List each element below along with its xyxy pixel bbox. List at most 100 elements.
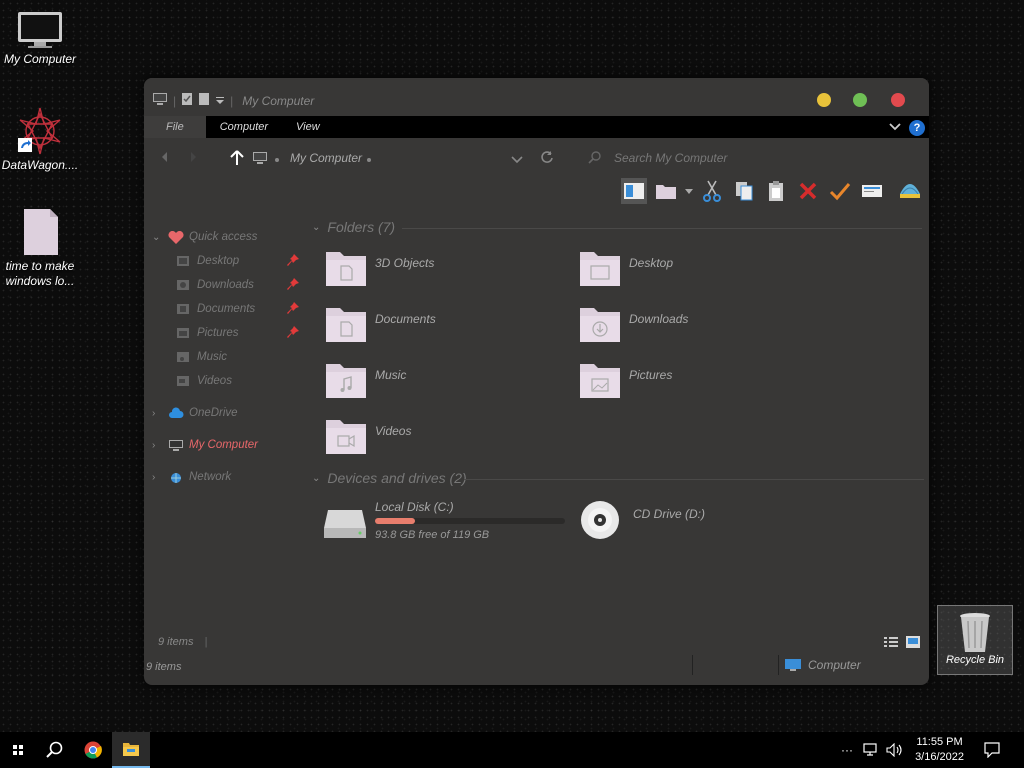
large-icons-view-icon[interactable] xyxy=(905,635,921,654)
chevron-right-icon[interactable]: › xyxy=(152,472,162,483)
show-hidden-icons-button[interactable]: ··· xyxy=(838,732,856,768)
group-title: Folders (7) xyxy=(327,219,396,235)
nav-item-desktop[interactable]: Desktop xyxy=(176,252,300,270)
tab-computer[interactable]: Computer xyxy=(206,116,282,138)
start-button[interactable] xyxy=(0,732,36,768)
nav-item-pictures[interactable]: Pictures xyxy=(176,324,300,342)
folder-documents[interactable]: Documents xyxy=(324,304,554,348)
notification-center-button[interactable] xyxy=(978,732,1006,768)
pin-icon[interactable] xyxy=(286,277,300,294)
chevron-down-icon[interactable]: ⌄ xyxy=(312,473,320,484)
folder-3d-objects[interactable]: 3D Objects xyxy=(324,248,554,292)
computer-icon xyxy=(785,659,801,671)
divider xyxy=(778,655,779,675)
back-icon[interactable] xyxy=(160,151,170,166)
divider xyxy=(464,479,924,480)
drive-cd[interactable]: CD Drive (D:) xyxy=(580,500,780,552)
chevron-right-icon[interactable]: › xyxy=(152,440,162,451)
volume-tray-icon[interactable] xyxy=(884,732,906,768)
folder-videos[interactable]: Videos xyxy=(324,416,554,460)
pin-icon[interactable] xyxy=(286,253,300,270)
desktop-icon-label: time to make windows lo... xyxy=(5,259,75,288)
taskbar-file-explorer[interactable] xyxy=(112,732,150,768)
clock-date: 3/16/2022 xyxy=(915,751,964,763)
desktop-icon-my-computer[interactable]: My Computer xyxy=(0,10,80,67)
copy-button[interactable] xyxy=(731,178,757,204)
desktop-icon-recycle-bin[interactable]: Recycle Bin xyxy=(937,605,1013,675)
folders-group-header[interactable]: ⌄ Folders (7) xyxy=(312,219,395,235)
tab-view[interactable]: View xyxy=(282,116,334,138)
chevron-right-icon[interactable]: › xyxy=(152,408,162,419)
pin-icon[interactable] xyxy=(286,301,300,318)
folder-pictures[interactable]: Pictures xyxy=(578,360,808,404)
folder-music[interactable]: Music xyxy=(324,360,554,404)
document-icon xyxy=(24,209,58,255)
delete-button[interactable] xyxy=(795,178,821,204)
new-folder-button[interactable] xyxy=(653,178,679,204)
up-arrow-icon[interactable] xyxy=(230,150,244,169)
title-bar[interactable]: | | My Computer xyxy=(144,78,929,116)
breadcrumb-my-computer[interactable]: My Computer xyxy=(290,151,362,165)
minimize-button[interactable] xyxy=(817,93,831,107)
drive-name: Local Disk (C:) xyxy=(375,500,454,514)
drive-local-disk[interactable]: Local Disk (C:) 93.8 GB free of 119 GB xyxy=(322,500,572,552)
refresh-icon[interactable] xyxy=(540,150,554,167)
close-button[interactable] xyxy=(891,93,905,107)
nav-item-music[interactable]: Music xyxy=(176,348,227,366)
help-button[interactable]: ? xyxy=(909,120,925,136)
breadcrumb-separator-icon[interactable] xyxy=(274,152,280,166)
separator: | xyxy=(204,636,208,648)
desktop-icon-text-file[interactable]: time to make windows lo... xyxy=(0,207,80,289)
quick-access-toolbar: | | My Computer xyxy=(152,92,314,109)
expand-ribbon-icon[interactable] xyxy=(889,119,901,137)
tab-file[interactable]: File xyxy=(144,116,206,138)
folder-desktop[interactable]: Desktop xyxy=(578,248,808,292)
customize-dropdown-icon[interactable] xyxy=(215,94,225,108)
drives-group-header[interactable]: ⌄ Devices and drives (2) xyxy=(312,470,467,486)
drive-free-space: 93.8 GB free of 119 GB xyxy=(375,529,490,541)
network-icon xyxy=(168,471,182,483)
explorer-window[interactable]: | | My Computer File Computer View ? My … xyxy=(144,78,929,685)
forward-icon[interactable] xyxy=(188,151,198,166)
cut-button[interactable] xyxy=(699,178,725,204)
paste-button[interactable] xyxy=(763,178,789,204)
breadcrumb-separator-icon[interactable] xyxy=(366,152,372,166)
nav-item-videos[interactable]: Videos xyxy=(176,372,232,390)
nav-quick-access[interactable]: ⌄ Quick access xyxy=(152,228,257,246)
rename-button[interactable] xyxy=(827,178,853,204)
address-dropdown-icon[interactable] xyxy=(511,153,523,167)
search-input[interactable]: Search My Computer xyxy=(614,151,727,165)
drive-name: CD Drive (D:) xyxy=(633,507,705,521)
details-view-icon[interactable] xyxy=(883,635,899,654)
folder-downloads[interactable]: Downloads xyxy=(578,304,808,348)
network-tray-icon[interactable] xyxy=(860,732,882,768)
nav-network[interactable]: › Network xyxy=(152,468,231,486)
chevron-down-icon[interactable]: ⌄ xyxy=(312,222,320,233)
nav-onedrive[interactable]: › OneDrive xyxy=(152,404,238,422)
computer-icon[interactable] xyxy=(152,92,168,109)
taskbar-chrome[interactable] xyxy=(74,732,112,768)
new-folder-icon[interactable] xyxy=(198,92,210,109)
nav-item-downloads[interactable]: Downloads xyxy=(176,276,300,294)
shell-icon xyxy=(900,184,920,198)
taskbar-clock[interactable]: 11:55 PM 3/16/2022 xyxy=(915,735,964,765)
pin-icon[interactable] xyxy=(286,325,300,342)
properties-icon[interactable] xyxy=(181,92,193,109)
folder-videos-icon xyxy=(326,420,366,454)
maximize-button[interactable] xyxy=(853,93,867,107)
customize-button[interactable] xyxy=(897,178,923,204)
content-pane: ⌄ Folders (7) 3D Objects Desktop Documen… xyxy=(304,218,929,635)
search-button[interactable] xyxy=(36,732,74,768)
desktop-icon-datawagon[interactable]: DataWagon.... xyxy=(0,106,80,173)
folder-pictures-icon xyxy=(580,364,620,398)
preview-pane-button[interactable] xyxy=(621,178,647,204)
nav-label: Downloads xyxy=(197,279,254,291)
new-folder-dropdown-icon[interactable] xyxy=(685,182,693,200)
chevron-down-icon[interactable]: ⌄ xyxy=(152,232,162,243)
nav-label: Desktop xyxy=(197,255,240,267)
properties-button[interactable] xyxy=(859,178,885,204)
desktop-folder-icon xyxy=(176,255,190,267)
nav-my-computer[interactable]: › My Computer xyxy=(152,436,258,454)
preview-pane-icon xyxy=(624,183,644,199)
nav-item-documents[interactable]: Documents xyxy=(176,300,300,318)
